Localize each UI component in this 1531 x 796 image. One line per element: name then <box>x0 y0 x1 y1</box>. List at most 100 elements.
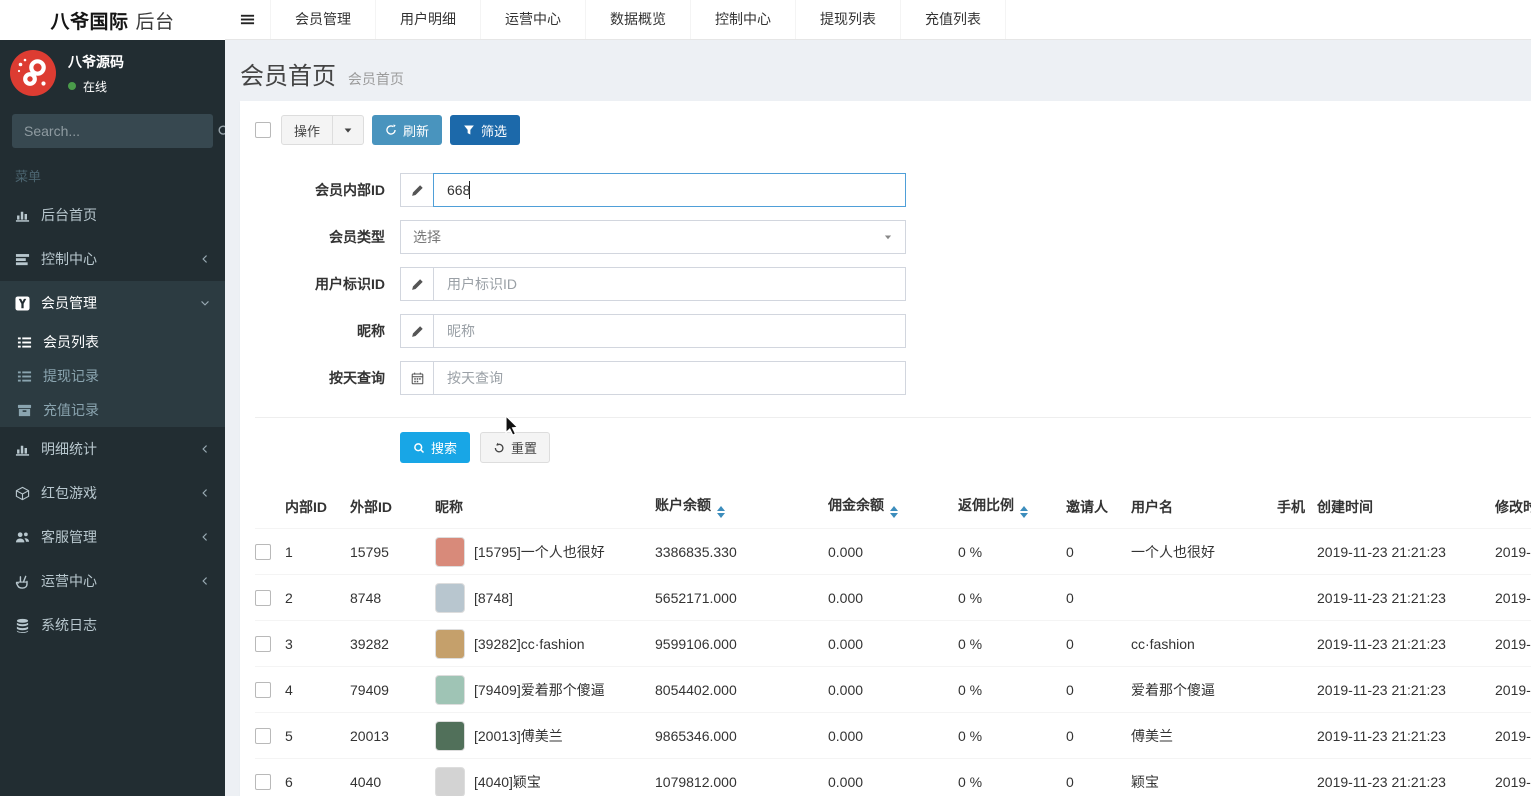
cell-created: 2019-11-23 21:21:23 <box>1317 758 1495 796</box>
header-cell-commission[interactable]: 佣金余额 <box>828 487 958 529</box>
topnav-tab-2[interactable]: 用户明细 <box>376 0 481 39</box>
caret-down-icon <box>342 124 354 136</box>
reset-button-label: 重置 <box>511 441 538 456</box>
select-all-checkbox[interactable] <box>255 122 271 138</box>
sort-icon <box>1020 506 1028 518</box>
row-checkbox[interactable] <box>255 543 271 560</box>
search-button[interactable]: 搜索 <box>400 432 471 463</box>
cell-modified: 2019-1 <box>1495 574 1531 621</box>
submenu-member-management: 会员列表 提现记录 充值记录 <box>0 325 225 427</box>
form-row-query-by-day: 按天查询 <box>255 361 1531 395</box>
cell-username: cc·fashion <box>1131 620 1277 667</box>
sidebar-item-label: 控制中心 <box>41 251 97 267</box>
cell-phone <box>1277 758 1317 796</box>
list-icon <box>17 335 43 350</box>
sidebar-item-control-center[interactable]: 控制中心 <box>0 237 225 281</box>
sidebar-item-service-management[interactable]: 客服管理 <box>0 515 225 559</box>
cell-modified: 2019-1 <box>1495 528 1531 575</box>
user-avatar <box>10 50 56 96</box>
cell-id: 3 <box>285 620 350 667</box>
table-header-row: 内部ID外部ID昵称账户余额佣金余额返佣比例邀请人用户名手机创建时间修改时间 <box>255 487 1531 529</box>
brand-logo: 八爷国际 后台 <box>0 0 225 40</box>
input-nickname[interactable] <box>433 314 906 348</box>
cell-inviter: 0 <box>1066 574 1131 621</box>
form-row-user-identify-id: 用户标识ID <box>255 267 1531 301</box>
member-avatar <box>435 766 465 796</box>
row-checkbox[interactable] <box>255 635 271 652</box>
input-member-internal-id[interactable] <box>433 173 906 207</box>
select-member-type-value: 选择 <box>413 229 441 245</box>
cell-commission: 0.000 <box>828 574 958 621</box>
header-cell-checkbox <box>255 487 285 529</box>
row-checkbox[interactable] <box>255 727 271 744</box>
cell-id: 5 <box>285 712 350 759</box>
topnav-tab-4[interactable]: 数据概览 <box>586 0 691 39</box>
header-cell-phone: 手机 <box>1277 487 1317 529</box>
sidebar-item-label: 运营中心 <box>41 573 97 589</box>
sidebar-subitem-member-list[interactable]: 会员列表 <box>0 325 225 359</box>
form-label-user-identify-id: 用户标识ID <box>315 276 385 292</box>
form-actions: 搜索 重置 <box>400 432 1531 463</box>
sidebar-item-dashboard[interactable]: 后台首页 <box>0 193 225 237</box>
content-box: 操作 刷新 筛选 会员内部ID 668 会员类型 选择 用户标识ID 用户标识I… <box>240 101 1531 796</box>
sidebar-item-system-logs[interactable]: 系统日志 <box>0 603 225 647</box>
topnav-tab-5[interactable]: 控制中心 <box>691 0 796 39</box>
cell-inviter: 0 <box>1066 528 1131 575</box>
action-button[interactable]: 操作 <box>281 115 334 145</box>
chart-icon <box>15 442 41 457</box>
header-cell-balance[interactable]: 账户余额 <box>655 487 828 529</box>
menu-group-service-management: 客服管理 <box>0 515 225 559</box>
cell-created: 2019-11-23 21:21:23 <box>1317 528 1495 575</box>
input-user-identify-id[interactable] <box>433 267 906 301</box>
menu-section-label: 菜单 <box>15 169 42 184</box>
topnav-tab-1[interactable]: 会员管理 <box>271 0 376 39</box>
list-icon <box>17 369 43 384</box>
form-label-member-internal-id: 会员内部ID <box>315 182 385 198</box>
sidebar-item-label: 明细统计 <box>41 441 97 457</box>
action-dropdown-button[interactable] <box>333 115 365 145</box>
topnav-tab-7[interactable]: 充值列表 <box>901 0 1006 39</box>
topnav-tab-3[interactable]: 运营中心 <box>481 0 586 39</box>
cell-balance: 8054402.000 <box>655 666 828 713</box>
caret-down-icon <box>883 232 893 242</box>
row-checkbox[interactable] <box>255 589 271 606</box>
cell-rebate: 0 % <box>958 666 1066 713</box>
form-label-member-type: 会员类型 <box>329 229 385 245</box>
header-cell-rebate[interactable]: 返佣比例 <box>958 487 1066 529</box>
form-row-member-type: 会员类型 选择 <box>255 220 1531 254</box>
sidebar-item-label: 红包游戏 <box>41 485 97 501</box>
topnav-tab-6[interactable]: 提现列表 <box>796 0 901 39</box>
sidebar-search <box>12 114 225 148</box>
cell-commission: 0.000 <box>828 712 958 759</box>
form-divider <box>255 417 1531 418</box>
member-icon <box>15 295 41 311</box>
input-query-by-day[interactable] <box>433 361 906 395</box>
refresh-button[interactable]: 刷新 <box>372 115 443 145</box>
menu-group-control-center: 控制中心 <box>0 237 225 281</box>
chevron-left-icon <box>200 488 210 498</box>
select-member-type[interactable]: 选择 <box>400 220 906 254</box>
menu-group-operation-center: 运营中心 <box>0 559 225 603</box>
row-checkbox[interactable] <box>255 773 271 790</box>
input-group-user-identify-id <box>400 267 906 301</box>
sidebar-subitem-withdraw-records[interactable]: 提现记录 <box>0 359 225 393</box>
search-icon[interactable] <box>217 124 225 138</box>
filter-button[interactable]: 筛选 <box>450 115 521 145</box>
cell-modified: 2019-1 <box>1495 666 1531 713</box>
member-avatar <box>435 720 465 751</box>
sidebar-item-detail-stats[interactable]: 明细统计 <box>0 427 225 471</box>
input-group-query-by-day <box>400 361 906 395</box>
input-group-member-internal-id <box>400 173 906 207</box>
row-checkbox[interactable] <box>255 681 271 698</box>
reset-button[interactable]: 重置 <box>480 432 551 463</box>
cell-inviter: 0 <box>1066 620 1131 667</box>
sidebar-subitem-recharge-records[interactable]: 充值记录 <box>0 393 225 427</box>
hamburger-icon <box>240 12 255 27</box>
sidebar-item-operation-center[interactable]: 运营中心 <box>0 559 225 603</box>
member-avatar <box>435 628 465 659</box>
sidebar-item-redpacket-games[interactable]: 红包游戏 <box>0 471 225 515</box>
refresh-icon <box>385 124 397 136</box>
sidebar-item-member-management[interactable]: 会员管理 <box>0 281 225 325</box>
sidebar-toggle-button[interactable] <box>225 0 271 39</box>
sidebar-search-input[interactable] <box>12 123 217 139</box>
